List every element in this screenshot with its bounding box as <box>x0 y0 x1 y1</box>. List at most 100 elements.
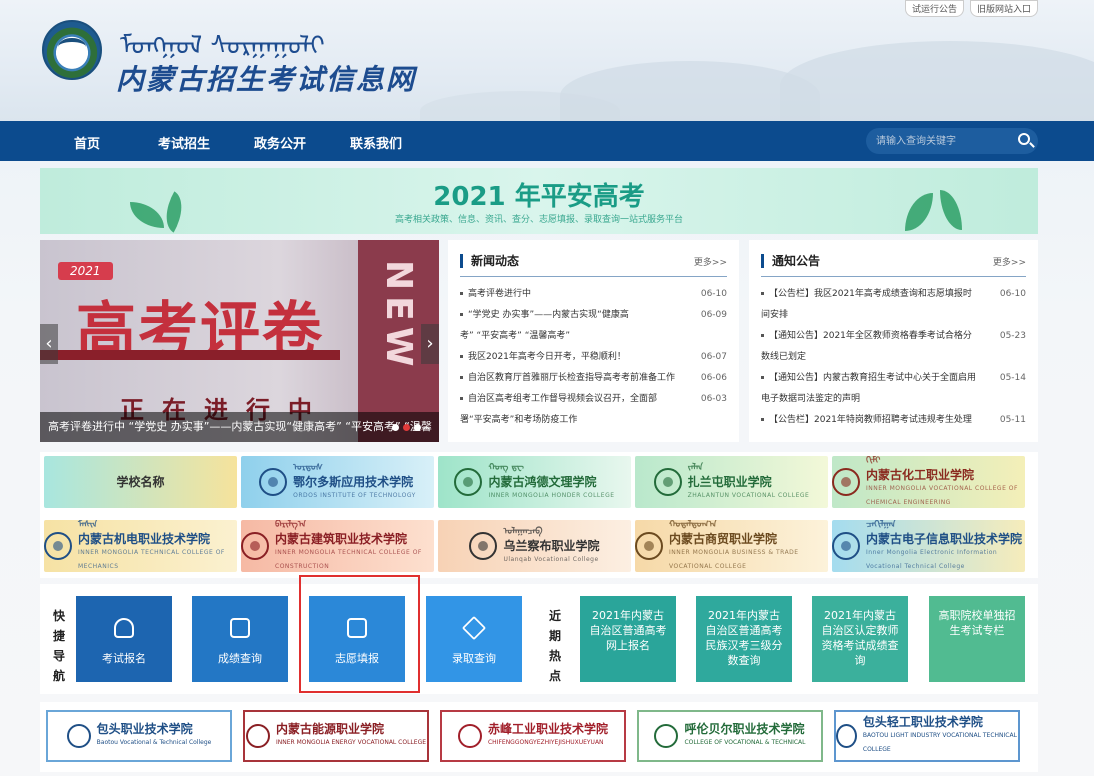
bottom-school-logo[interactable]: 内蒙古能源职业学院 INNER MONGOLIA ENERGY VOCATIONA… <box>243 710 429 762</box>
slide-side-text: NEW <box>378 260 419 373</box>
quick-nav-button-label: 录取查询 <box>452 652 496 665</box>
news-row-date: 06-03 <box>700 394 727 404</box>
school-name-english: INNER MONGOLIA TECHNICAL COLLEGE OF CONS… <box>275 549 422 570</box>
school-name: 内蒙古机电职业技术学院 <box>78 532 211 546</box>
notices-row-title[interactable]: 【公告栏】我区2021年高考成绩查询和志愿填报时 <box>761 284 972 305</box>
school-text: 赤峰工业职业技术学院 CHIFENGGONGYEZHIYEJISHUXUEYUAN <box>488 722 608 750</box>
slider-prev-button[interactable]: ‹ <box>40 324 58 364</box>
news-row-title[interactable]: 自治区高考组考工作督导视频会议召开，全面部 <box>460 389 657 410</box>
trial-notice-link[interactable]: 试运行公告 <box>904 0 964 17</box>
bottom-school-logo[interactable]: 包头轻工职业技术学院 BAOTOU LIGHT INDUSTRY VOCATION… <box>834 710 1020 762</box>
nav-item-gov[interactable]: 政务公开 <box>254 133 306 152</box>
person-edit-icon <box>114 618 134 638</box>
school-name-mongolian: ᠬᠢᠮᠢ <box>866 456 881 466</box>
notices-row-date: 05-23 <box>999 331 1026 341</box>
notices-row-title[interactable]: 电子数据司法鉴定的声明 <box>761 389 860 410</box>
news-row-title[interactable]: “学党史 办实事”——内蒙古实现“健康高 <box>460 305 629 326</box>
quick-nav-register-button[interactable]: 考试报名 <box>76 596 172 682</box>
slide-caption[interactable]: 高考评卷进行中 “学党史 办实事”——内蒙古实现“健康高考” “平安高考” “温… <box>40 412 439 442</box>
school-text: ᠵᠠᠯᠠᠨ 扎兰屯职业学院 ZHALANTUN VOCATIONAL COLLEGE <box>688 461 810 503</box>
school-text: 包头轻工职业技术学院 BAOTOU LIGHT INDUSTRY VOCATION… <box>863 715 1018 757</box>
news-row-title[interactable]: 署“平安高考”和考场防疫工作 <box>460 410 577 431</box>
school-name: 学校名称 <box>116 475 165 489</box>
news-row-title[interactable]: 考” “平安高考” “温馨高考” <box>460 326 570 347</box>
bottom-school-logo[interactable]: 呼伦贝尔职业技术学院 COLLEGE OF VOCATIONAL & TECHNI… <box>637 710 823 762</box>
chart-search-icon <box>230 618 250 638</box>
school-seal-icon <box>44 532 72 560</box>
school-text: ᠮᠠᠰᠢᠨ 内蒙古机电职业技术学院 INNER MONGOLIA TECHNICAL… <box>78 520 237 572</box>
safe-exam-banner[interactable]: 2021 年平安高考 高考相关政策、信息、资讯、查分、志愿填报、录取查询一站式服… <box>40 168 1038 234</box>
notices-row-title[interactable]: 【公告栏】2021年特岗教师招聘考试违规考生处理 <box>761 410 972 431</box>
logo-emblem-icon[interactable] <box>42 20 102 80</box>
notices-more-link[interactable]: 更多>> <box>993 255 1026 268</box>
notices-row-title[interactable]: 【通知公告】内蒙古教育招生考试中心关于全面启用 <box>761 368 976 389</box>
school-logo-card[interactable]: ᠬᠤᠩ ᠳᠧ 内蒙古鸿德文理学院 INNER MONGOLIA HONDER COL… <box>438 456 631 508</box>
panel-divider <box>761 276 1026 277</box>
news-row-title[interactable]: 自治区教育厅首雅丽厅长检查指导高考考前准备工作 <box>460 368 675 389</box>
school-name-mongolian: ᠬᠤᠳᠠᠯᠳᠤᠭ᠎ᠠ <box>669 520 717 530</box>
school-seal-icon <box>457 724 482 748</box>
school-logo-card[interactable]: 学校名称 <box>44 456 237 508</box>
slider-dot[interactable] <box>392 424 399 431</box>
school-seal-icon <box>832 532 860 560</box>
school-name-english: INNER MONGOLIA TECHNICAL COLLEGE OF MECH… <box>78 549 225 570</box>
nav-item-contact[interactable]: 联系我们 <box>350 133 402 152</box>
banner-title: 2021 年平安高考 <box>433 182 645 212</box>
quick-nav-label-char: 航 <box>52 669 65 683</box>
slide-strip <box>40 350 340 360</box>
quick-nav-admission-button[interactable]: 录取查询 <box>426 596 522 682</box>
news-row-title[interactable]: 高考评卷进行中 <box>460 284 531 305</box>
school-seal-icon <box>66 724 91 748</box>
notices-panel: 通知公告 更多>> 【公告栏】我区2021年高考成绩查询和志愿填报时 06-10 间… <box>749 240 1038 442</box>
notices-row-date: 05-14 <box>999 373 1026 383</box>
school-name: 扎兰屯职业学院 <box>687 475 772 489</box>
slider-dot-active[interactable] <box>403 424 410 431</box>
nav-item-home[interactable]: 首页 <box>74 133 100 152</box>
highlight-box <box>299 575 420 693</box>
bottom-school-logo[interactable]: 包头职业技术学院 Baotou Vocational & Technical Co… <box>46 710 232 762</box>
school-logo-card[interactable]: ᠣᠷᠳᠣᠰ 鄂尔多斯应用技术学院 ORDOS INSTITUTE OF TECHNO… <box>241 456 434 508</box>
hot-topic-button[interactable]: 2021年内蒙古自治区普通高考民族汉考三级分数查询 <box>696 596 792 682</box>
school-logo-card[interactable]: ᠵᠠᠯᠠᠨ 扎兰屯职业学院 ZHALANTUN VOCATIONAL COLLEGE <box>635 456 828 508</box>
school-logo-card[interactable]: ᠬᠢᠮᠢ 内蒙古化工职业学院 INNER MONGOLIA VOCATIONAL C… <box>832 456 1025 508</box>
school-name-english: COLLEGE OF VOCATIONAL & TECHNICAL <box>684 739 806 746</box>
hot-topic-button[interactable]: 2021年内蒙古自治区认定教师资格考试成绩查询 <box>812 596 908 682</box>
notices-row-title[interactable]: 间安排 <box>761 305 788 326</box>
slider-next-button[interactable]: › <box>421 324 439 364</box>
slide-year-badge: 2021 <box>58 262 113 280</box>
school-name-mongolian: ᠴᠠᠬᠢᠯᠭᠠᠨ <box>866 520 896 530</box>
site-title[interactable]: 内蒙古招生考试信息网 <box>116 58 416 98</box>
school-logo-card[interactable]: ᠪᠠᠷᠢᠯᠭ᠎ᠠ 内蒙古建筑职业技术学院 INNER MONGOLIA TECHNI… <box>241 520 434 572</box>
school-text: 学校名称 <box>116 475 164 489</box>
slider-dot[interactable] <box>414 424 421 431</box>
school-logo-card[interactable]: ᠤᠯᠠᠭᠠᠨᠴᠠᠪ 乌兰察布职业学院 Ulanqab Vocational Coll… <box>438 520 631 572</box>
bottom-school-logo[interactable]: 赤峰工业职业技术学院 CHIFENGGONGYEZHIYEJISHUXUEYUAN <box>440 710 626 762</box>
school-logo-card[interactable]: ᠮᠠᠰᠢᠨ 内蒙古机电职业技术学院 INNER MONGOLIA TECHNICAL… <box>44 520 237 572</box>
school-seal-icon <box>259 468 288 496</box>
school-name-english: BAOTOU LIGHT INDUSTRY VOCATIONAL TECHNIC… <box>862 732 1017 753</box>
quick-nav-section: 快 捷 导 航 近 期 热 点 考试报名 成绩查询 志愿填报 录取查询 2021年内蒙古… <box>40 584 1038 694</box>
search-input[interactable] <box>876 132 1006 150</box>
school-name: 内蒙古鸿德文理学院 <box>488 475 597 489</box>
quick-nav-label: 快 捷 导 航 <box>52 606 66 686</box>
news-row-title[interactable]: 我区2021年高考今日开考，平稳顺利！ <box>460 347 626 368</box>
news-more-link[interactable]: 更多>> <box>694 255 727 268</box>
notices-row-title[interactable]: 【通知公告】2021年全区教师资格春季考试合格分 <box>761 326 972 347</box>
hot-topic-button[interactable]: 2021年内蒙古自治区普通高考网上报名 <box>580 596 676 682</box>
school-name: 包头轻工职业技术学院 <box>862 715 983 729</box>
logo-mongolian-script: ᠮᠣᠩᠭᠣᠯ ᠰᠤᠷᠭᠠᠭᠤᠯᠢ <box>120 31 325 61</box>
school-name: 内蒙古能源职业学院 <box>275 722 384 736</box>
school-logo-card[interactable]: ᠴᠠᠬᠢᠯᠭᠠᠨ 内蒙古电子信息职业技术学院 Inner Mongolia Elec… <box>832 520 1025 572</box>
nav-item-exams[interactable]: 考试招生 <box>158 133 210 152</box>
notices-row-title[interactable]: 数线已划定 <box>761 347 806 368</box>
school-logo-card[interactable]: ᠬᠤᠳᠠᠯᠳᠤᠭ᠎ᠠ 内蒙古商贸职业学院 INNER MONGOLIA BUSINE… <box>635 520 828 572</box>
old-site-link[interactable]: 旧版网站入口 <box>969 0 1038 17</box>
quick-nav-score-button[interactable]: 成绩查询 <box>192 596 288 682</box>
hot-topic-button[interactable]: 高职院校单独招生考试专栏 <box>929 596 1025 682</box>
school-name-english: INNER MONGOLIA VOCATIONAL COLLEGE OF CHE… <box>866 485 1018 506</box>
school-text: 内蒙古能源职业学院 INNER MONGOLIA ENERGY VOCATIONA… <box>276 722 426 750</box>
school-name: 鄂尔多斯应用技术学院 <box>293 475 414 489</box>
search-icon[interactable] <box>1018 133 1030 145</box>
news-panel: 新闻动态 更多>> 高考评卷进行中 06-10 “学党史 办实事”——内蒙古实现“健… <box>448 240 739 442</box>
news-slider[interactable]: 2021 高考评卷 正在进行中 NEW ‹ › 高考评卷进行中 “学党史 办实事… <box>40 240 439 442</box>
